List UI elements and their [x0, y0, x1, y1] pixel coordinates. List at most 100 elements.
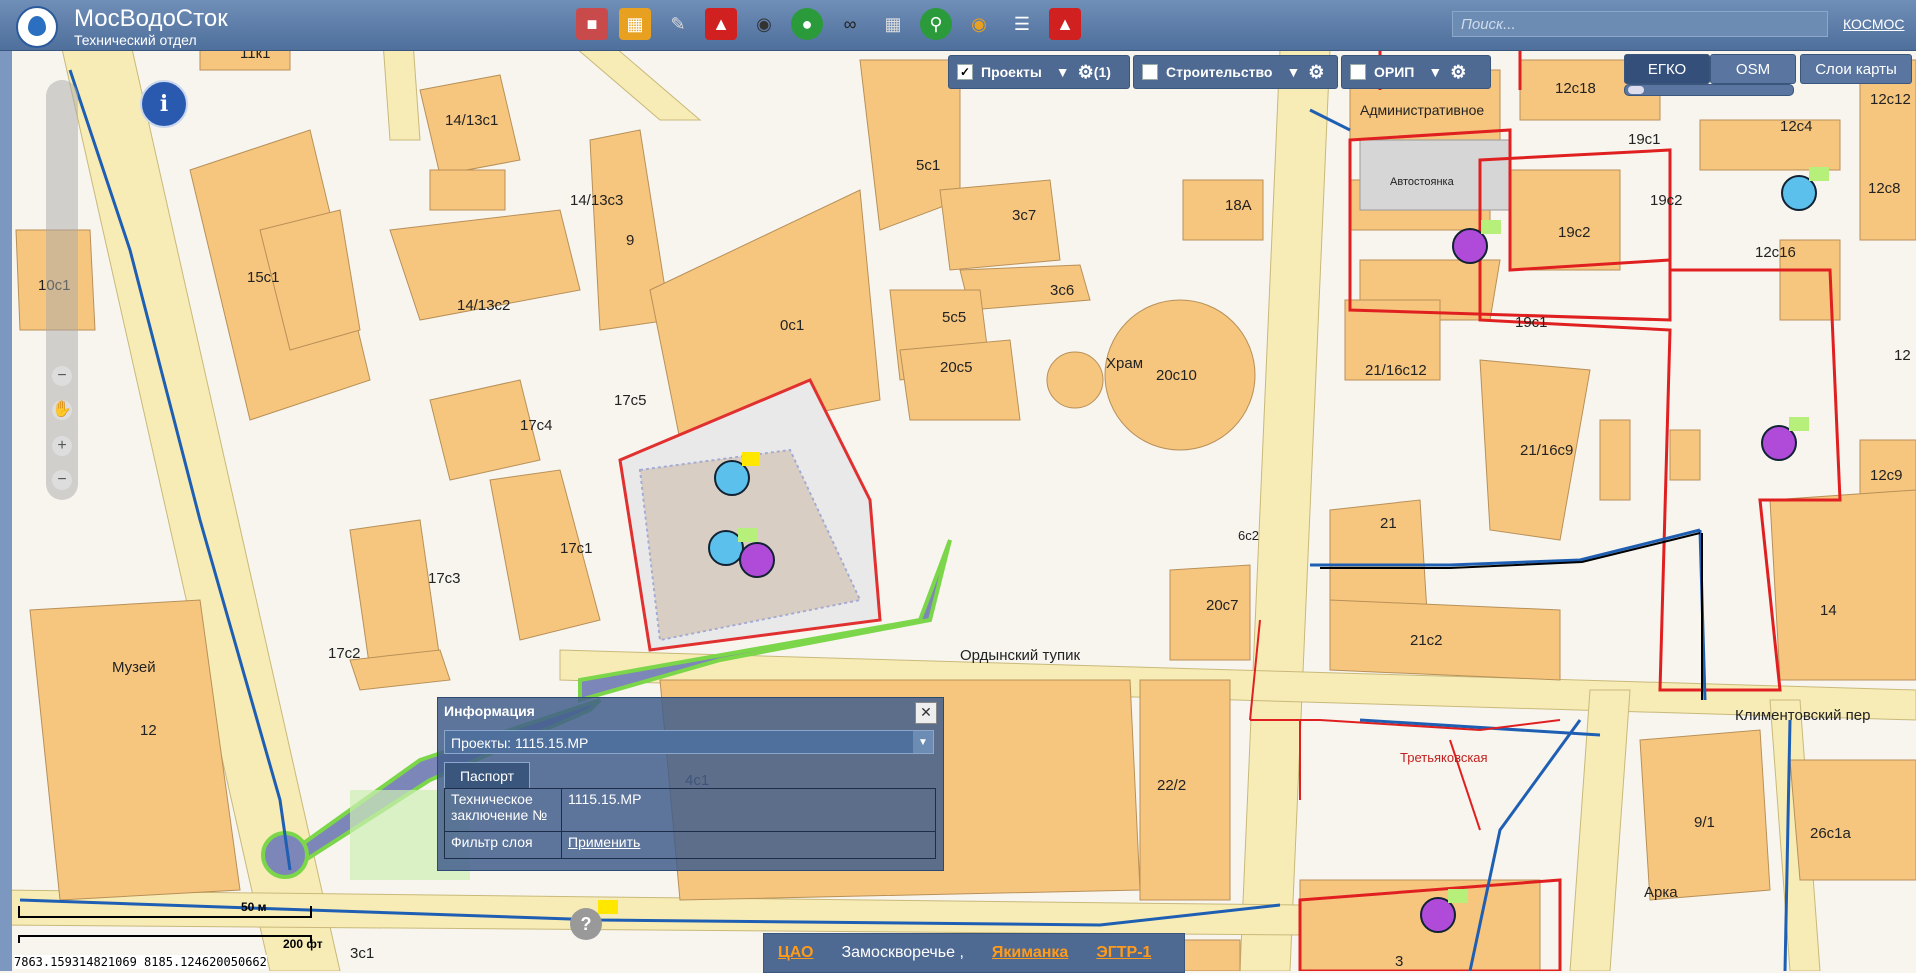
svg-text:12с4: 12с4: [1780, 118, 1813, 135]
building-icon[interactable]: ▦: [877, 8, 909, 40]
basemap-egko-button[interactable]: ЕГКО: [1624, 54, 1710, 84]
search-input[interactable]: Поиск...: [1452, 11, 1828, 37]
orip-checkbox[interactable]: [1350, 64, 1366, 80]
table-row: Фильтр слоя Применить: [444, 831, 936, 859]
svg-text:20с7: 20с7: [1206, 597, 1239, 614]
projects-checkbox[interactable]: ✓: [957, 64, 973, 80]
area-link[interactable]: Якиманка: [978, 944, 1082, 962]
kosmos-link[interactable]: КОСМОС: [1843, 16, 1905, 32]
chevron-down-icon[interactable]: ▼: [913, 731, 933, 753]
layer-construction[interactable]: Строительство ▼ ⚙: [1133, 55, 1338, 89]
svg-text:14/13с3: 14/13с3: [570, 192, 623, 209]
projects-count: (1): [1093, 64, 1111, 80]
gear-icon[interactable]: ⚙: [1308, 62, 1324, 83]
magnifier-icon[interactable]: ⚲: [920, 8, 952, 40]
gear-icon[interactable]: ⚙: [1078, 62, 1094, 83]
map-canvas[interactable]: 11к1 14/13с1 14/13с3 9 5с1 3с7 3с6 15с1 …: [0, 0, 1916, 971]
opacity-slider[interactable]: [1624, 84, 1794, 96]
svg-text:17с1: 17с1: [560, 540, 593, 557]
district-link[interactable]: ЦАО: [764, 944, 827, 962]
filter-icon[interactable]: ▼: [1428, 64, 1442, 80]
row-value-cell: Применить: [561, 831, 936, 859]
egtr-link[interactable]: ЭГТР-1: [1082, 944, 1165, 962]
info-panel-title: Информация: [444, 703, 535, 719]
scale-bar-imperial: [18, 935, 312, 943]
row-key: Фильтр слоя: [444, 831, 562, 859]
filter-icon[interactable]: ▼: [1286, 64, 1300, 80]
row-key: Техническое заключение №: [444, 788, 562, 832]
svg-text:18А: 18А: [1225, 197, 1252, 214]
scale-label-imperial: 200 фт: [283, 937, 323, 951]
tool-group: ■ ▦ ✎ ▲ ◉ ● ∞ ▦ ⚲ ◉ ☰ ▲: [576, 8, 1081, 40]
svg-text:6с2: 6с2: [1238, 528, 1259, 543]
svg-text:3с7: 3с7: [1012, 207, 1036, 224]
svg-text:19с1: 19с1: [1628, 131, 1661, 148]
webcam-icon[interactable]: ◉: [963, 8, 995, 40]
grid-icon[interactable]: ▦: [619, 8, 651, 40]
info-panel: Информация ✕ Проекты: 1115.15.МР ▼ Паспо…: [437, 697, 944, 871]
binoculars-icon[interactable]: ∞: [834, 8, 866, 40]
scale-label-metric: 50 м: [241, 900, 267, 914]
svg-text:Храм: Храм: [1106, 355, 1143, 372]
app-title: МосВодоСток: [74, 5, 228, 32]
pdf-icon[interactable]: ▲: [705, 8, 737, 40]
zoom-in-button[interactable]: +: [52, 436, 72, 456]
svg-text:5с1: 5с1: [916, 157, 940, 174]
camera-icon[interactable]: ◉: [748, 8, 780, 40]
layer-projects[interactable]: ✓ Проекты ▼ ⚙ (1): [948, 55, 1130, 89]
filter-icon[interactable]: ▼: [1056, 64, 1070, 80]
pdf-icon[interactable]: ▲: [1049, 8, 1081, 40]
svg-text:26с1а: 26с1а: [1810, 825, 1852, 842]
globe-icon[interactable]: ●: [791, 8, 823, 40]
svg-text:12с8: 12с8: [1868, 180, 1901, 197]
layer-orip[interactable]: ОРИП ▼ ⚙: [1341, 55, 1491, 89]
list-icon[interactable]: ☰: [1006, 8, 1038, 40]
coordinates-readout: 7863.159314821069 8185.124620050662: [14, 955, 267, 969]
svg-text:12с16: 12с16: [1755, 244, 1796, 261]
svg-text:12с9: 12с9: [1870, 467, 1903, 484]
svg-text:19с1: 19с1: [1515, 314, 1548, 331]
table-row: Техническое заключение № 1115.15.МР: [444, 788, 936, 832]
svg-text:14/13с1: 14/13с1: [445, 112, 498, 129]
pencil-icon[interactable]: ✎: [662, 8, 694, 40]
svg-text:21: 21: [1380, 515, 1397, 532]
construction-checkbox[interactable]: [1142, 64, 1158, 80]
info-button[interactable]: i: [140, 80, 188, 128]
svg-text:12: 12: [140, 722, 157, 739]
svg-text:9: 9: [626, 232, 634, 249]
svg-text:15с1: 15с1: [247, 269, 280, 286]
svg-text:20с5: 20с5: [940, 359, 973, 376]
scale-bar-metric: [18, 906, 312, 918]
zoom-out-button[interactable]: −: [52, 366, 72, 386]
tab-passport[interactable]: Паспорт: [444, 762, 530, 789]
svg-text:12: 12: [1894, 347, 1911, 364]
pan-hand-icon[interactable]: ✋: [52, 400, 72, 420]
logo: [16, 6, 58, 48]
basemap-osm-button[interactable]: OSM: [1710, 54, 1796, 84]
svg-text:17с4: 17с4: [520, 417, 553, 434]
svg-text:3с1: 3с1: [350, 945, 374, 962]
svg-text:3: 3: [1395, 953, 1403, 970]
apply-link[interactable]: Применить: [568, 834, 640, 850]
svg-text:Ордынский тупик: Ордынский тупик: [960, 647, 1081, 664]
svg-text:21с2: 21с2: [1410, 632, 1443, 649]
object-select[interactable]: Проекты: 1115.15.МР ▼: [444, 730, 934, 754]
zoom-control: − ✋ + −: [46, 80, 78, 500]
orip-label: ОРИП: [1374, 64, 1415, 80]
svg-text:21/16с9: 21/16с9: [1520, 442, 1573, 459]
svg-text:Административное: Административное: [1360, 102, 1484, 118]
zoom-out-button[interactable]: −: [52, 470, 72, 490]
location-bar: ЦАО Замоскворечье , Якиманка ЭГТР-1: [763, 933, 1185, 973]
svg-text:19с2: 19с2: [1650, 192, 1683, 209]
svg-text:20с10: 20с10: [1156, 367, 1197, 384]
svg-text:3с6: 3с6: [1050, 282, 1074, 299]
left-edge-handle[interactable]: [0, 0, 12, 971]
svg-text:14/13с2: 14/13с2: [457, 297, 510, 314]
svg-text:12с18: 12с18: [1555, 80, 1596, 97]
gear-icon[interactable]: ⚙: [1450, 62, 1466, 83]
help-button[interactable]: ?: [570, 908, 602, 940]
svg-text:17с5: 17с5: [614, 392, 647, 409]
map-layers-button[interactable]: Слои карты: [1800, 54, 1912, 84]
book-icon[interactable]: ■: [576, 8, 608, 40]
close-icon[interactable]: ✕: [915, 702, 937, 724]
